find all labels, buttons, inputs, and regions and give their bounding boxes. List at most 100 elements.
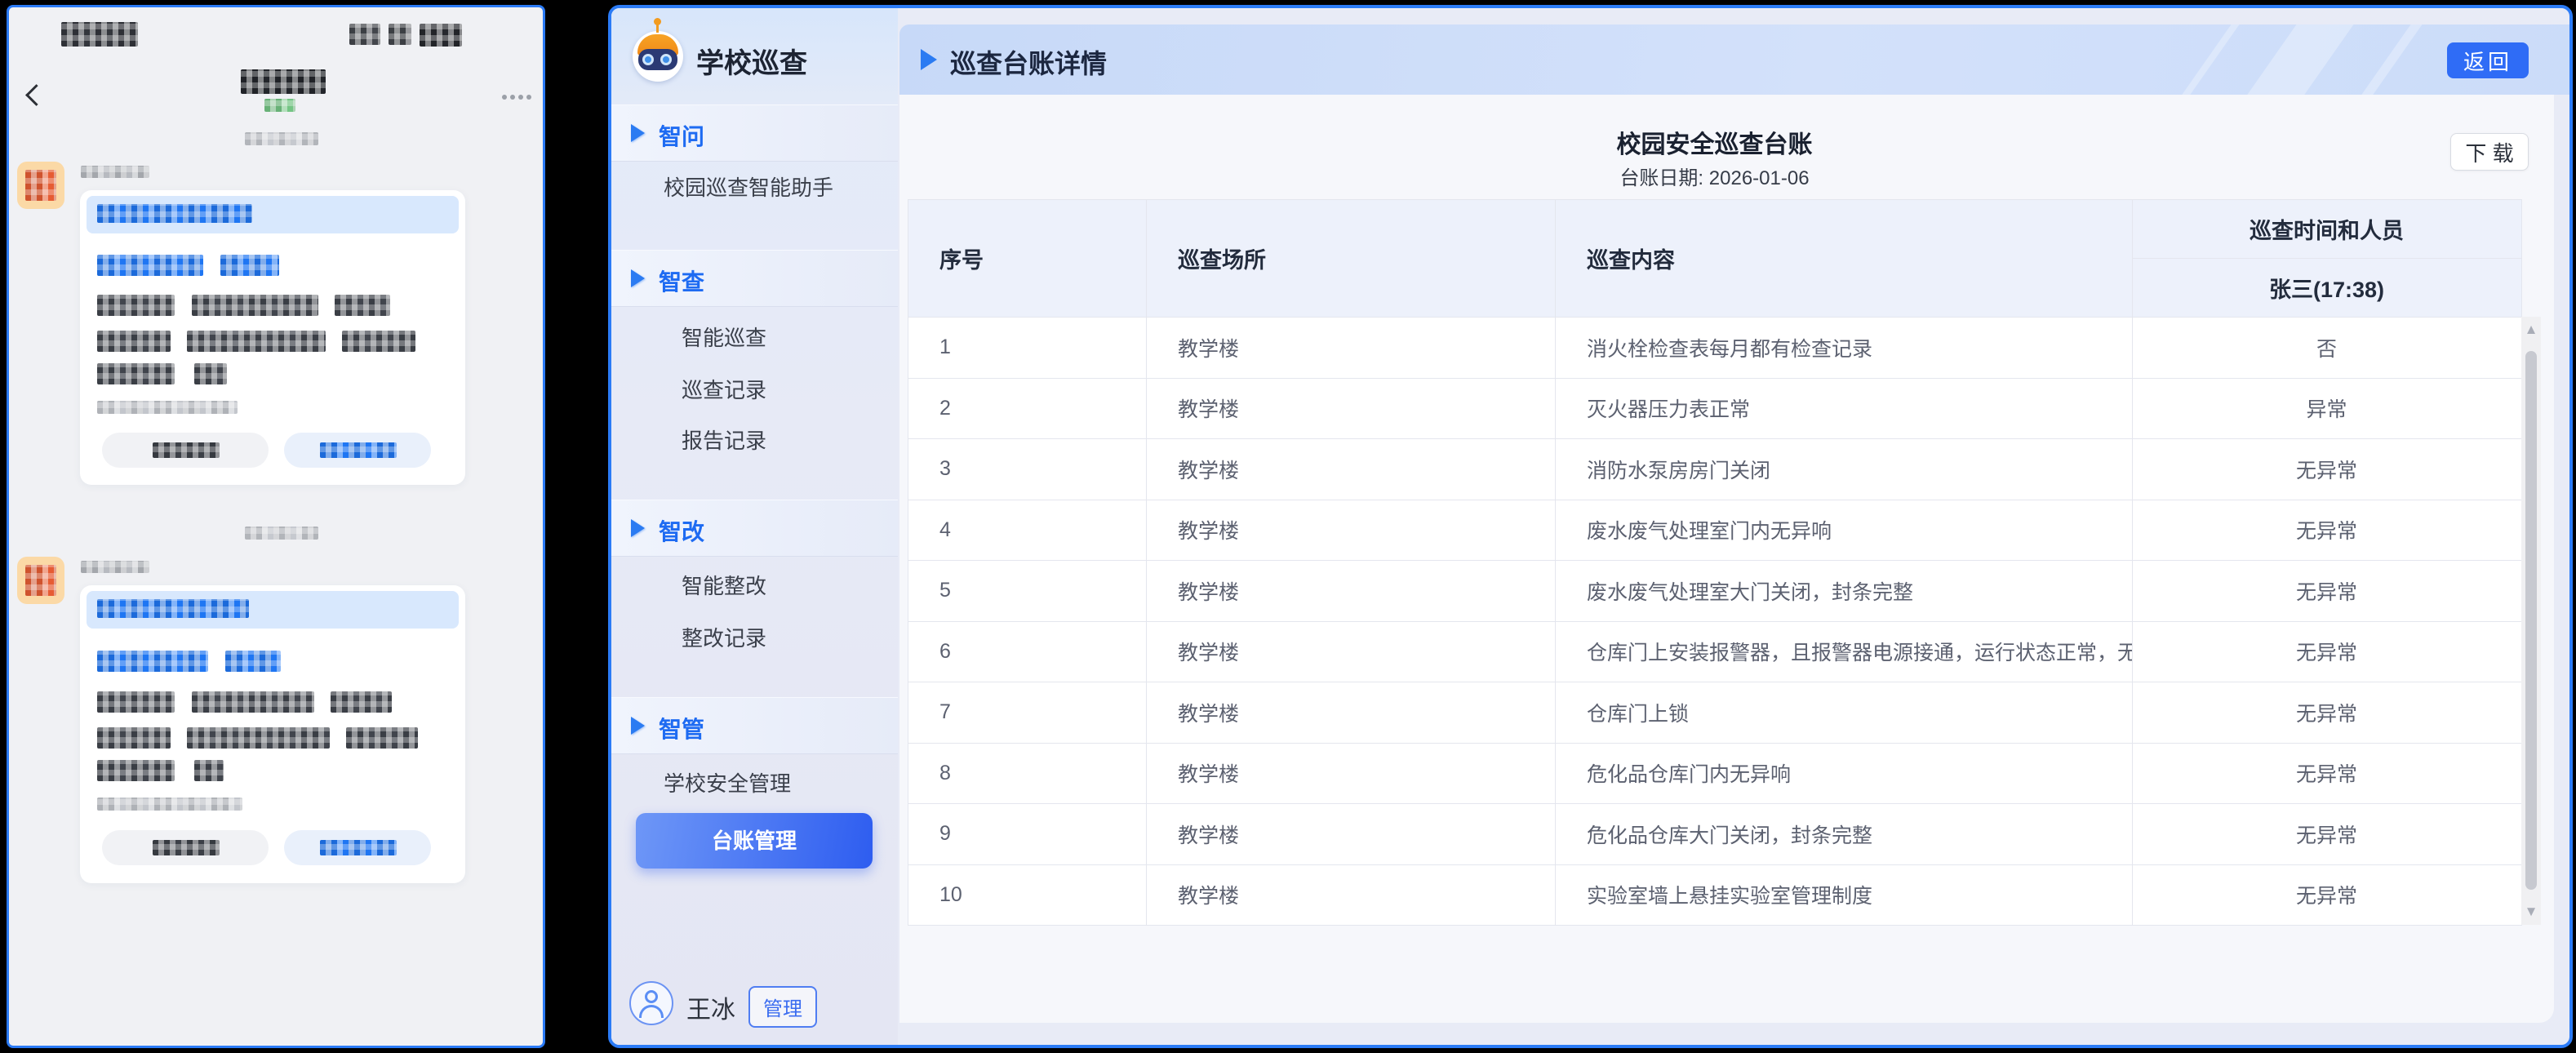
sidebar-section-header[interactable]: 智改 [611,500,898,557]
card-secondary-button[interactable] [102,830,269,865]
sidebar-section-header[interactable]: 智管 [611,697,898,754]
card-secondary-button[interactable] [102,433,269,468]
sidebar-section-label: 智改 [659,514,704,547]
col-header-content: 巡查内容 [1556,200,2133,318]
table-row: 10教学楼实验室墙上悬挂实验室管理制度无异常 [908,864,2522,926]
table-scrollbar[interactable]: ▲ ▼ [2521,317,2541,925]
cell-status: 无异常 [2133,682,2522,744]
scroll-down-icon[interactable]: ▼ [2521,904,2541,920]
back-button[interactable]: 返回 [2447,42,2529,78]
table-row: 9教学楼危化品仓库大门关闭，封条完整无异常 [908,804,2522,865]
signal-icon [349,24,380,45]
cell-status: 无异常 [2133,439,2522,500]
page-title: 巡查台账详情 [950,43,1107,81]
cell-content: 实验室墙上悬挂实验室管理制度 [1556,864,2133,926]
scroll-up-icon[interactable]: ▲ [2521,322,2541,338]
card-link2-redacted[interactable] [97,651,208,672]
card-link2b-redacted[interactable] [220,255,279,276]
table-row: 3教学楼消防水泵房房门关闭无异常 [908,439,2522,500]
cell-content: 危化品仓库大门关闭，封条完整 [1556,804,2133,865]
sidebar-item-整改记录[interactable]: 整改记录 [611,619,898,658]
cell-index: 5 [908,561,1147,622]
ledger-table: 序号 巡查场所 巡查内容 巡查时间和人员 张三(17:38) 1教学楼消火栓检查… [908,199,2522,926]
cell-place: 教学楼 [1147,682,1556,744]
decorative-streak [2347,24,2433,95]
button-label-redacted [153,442,220,458]
ledger-card: 校园安全巡查台账 台账日期: 2026-01-06 下 载 序号 巡查场所 巡查… [899,95,2554,1023]
page-header-band: 巡查台账详情 返回 [899,24,2569,95]
table-row: 7教学楼仓库门上锁无异常 [908,682,2522,744]
cell-index: 3 [908,439,1147,500]
card-body-line-redacted [192,691,314,713]
cell-status: 无异常 [2133,500,2522,561]
decorative-streak [2168,24,2250,95]
card-primary-button[interactable] [284,433,431,468]
card-link2-redacted[interactable] [97,255,203,276]
cell-index: 10 [908,864,1147,926]
cell-status: 无异常 [2133,561,2522,622]
card-body-line-redacted [335,295,390,316]
card-body-line-redacted [194,760,224,781]
sidebar-item-台账管理[interactable]: 台账管理 [636,813,873,869]
cell-place: 教学楼 [1147,318,1556,379]
card-primary-button[interactable] [284,830,431,865]
card-link-redacted[interactable] [97,599,249,618]
bot-avatar[interactable] [17,557,64,604]
sidebar-section-header[interactable]: 智问 [611,104,898,162]
sidebar: 学校巡查 智问校园巡查智能助手智查智能巡查巡查记录报告记录智改智能整改整改记录智… [611,8,898,1045]
table-row: 8教学楼危化品仓库门内无异响无异常 [908,743,2522,804]
cell-place: 教学楼 [1147,500,1556,561]
ledger-date: 台账日期: 2026-01-06 [908,162,2521,190]
triangle-icon [921,49,937,70]
col-header-time-person: 巡查时间和人员 [2133,200,2522,259]
card-body-line-redacted [97,363,175,384]
sidebar-item-校园巡查智能助手[interactable]: 校园巡查智能助手 [611,168,898,207]
card-link-redacted[interactable] [97,204,252,223]
message-card [80,190,465,485]
more-menu-icon[interactable] [499,89,531,104]
card-body-line-redacted [342,331,415,352]
message-card [80,585,465,883]
bot-avatar[interactable] [17,162,64,209]
sidebar-section-label: 智问 [659,119,704,152]
sidebar-item-智能巡查[interactable]: 智能巡查 [611,318,898,358]
cell-content: 仓库门上锁 [1556,682,2133,744]
download-button[interactable]: 下 载 [2450,133,2529,171]
cell-index: 4 [908,500,1147,561]
button-label-redacted [320,840,397,855]
card-link2b-redacted[interactable] [225,651,281,672]
robot-mascot-icon [633,31,683,82]
cell-index: 8 [908,743,1147,804]
sidebar-item-智能整改[interactable]: 智能整改 [611,566,898,606]
col-header-index: 序号 [908,200,1147,318]
cell-place: 教学楼 [1147,804,1556,865]
logo-block: 学校巡查 [611,8,898,104]
chat-title-redacted [241,69,326,94]
chat-timestamp-redacted [245,526,318,540]
triangle-icon [631,519,645,537]
button-label-redacted [320,442,397,458]
bot-avatar-glyph [25,565,56,596]
back-chevron-icon[interactable] [25,84,47,106]
web-panel: 学校巡查 智问校园巡查智能助手智查智能巡查巡查记录报告记录智改智能整改整改记录智… [608,5,2573,1048]
user-role-badge: 管理 [748,986,817,1028]
table-row: 6教学楼仓库门上安装报警器，且报警器电源接通，运行状态正常，无报警无异常 [908,621,2522,682]
sidebar-item-巡查记录[interactable]: 巡查记录 [611,371,898,410]
cell-index: 1 [908,318,1147,379]
sidebar-item-学校安全管理[interactable]: 学校安全管理 [611,764,898,803]
sidebar-section-header[interactable]: 智查 [611,250,898,307]
cell-place: 教学楼 [1147,561,1556,622]
triangle-icon [631,717,645,735]
cell-content: 仓库门上安装报警器，且报警器电源接通，运行状态正常，无报警 [1556,621,2133,682]
card-body-line-redacted [97,295,175,316]
cell-status: 无异常 [2133,804,2522,865]
sidebar-item-报告记录[interactable]: 报告记录 [611,421,898,460]
user-avatar-icon [629,981,673,1025]
scroll-thumb[interactable] [2525,351,2537,890]
cell-index: 6 [908,621,1147,682]
card-body-line-redacted [331,691,392,713]
cell-content: 废水废气处理室门内无异响 [1556,500,2133,561]
cell-place: 教学楼 [1147,621,1556,682]
cell-place: 教学楼 [1147,743,1556,804]
card-body-line-redacted [194,363,227,384]
